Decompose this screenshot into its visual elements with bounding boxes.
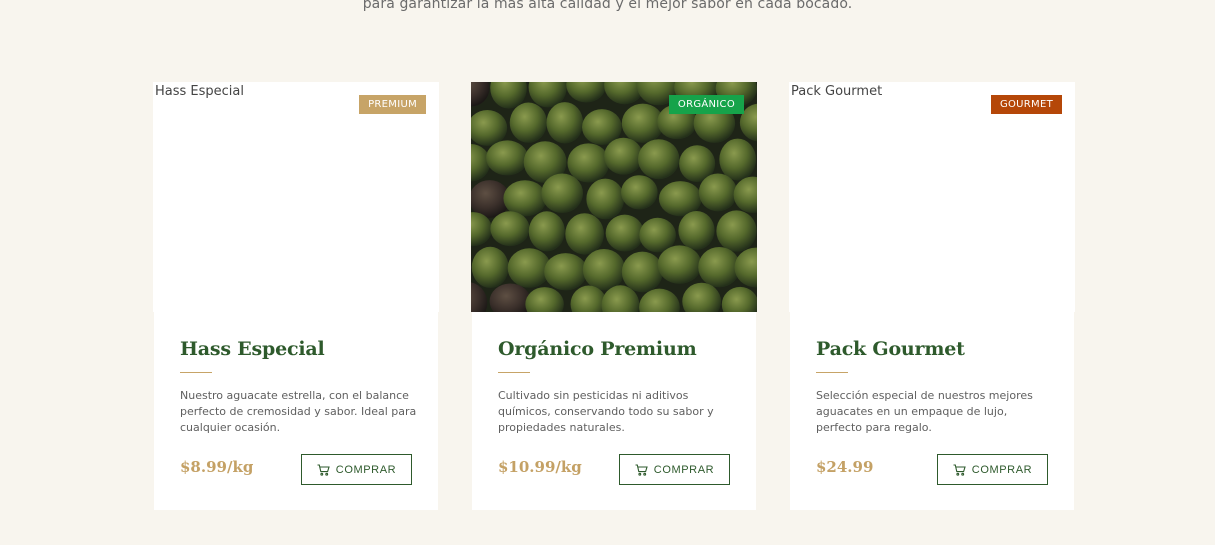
product-image: Hass Especial PREMIUM bbox=[153, 82, 439, 312]
shopping-cart-icon bbox=[317, 463, 330, 476]
shopping-cart-icon bbox=[635, 463, 648, 476]
title-divider bbox=[816, 372, 848, 373]
avocado-shape bbox=[471, 246, 509, 288]
avocado-shape bbox=[716, 210, 757, 252]
avocado-shape bbox=[698, 173, 738, 212]
shopping-cart-icon bbox=[953, 463, 966, 476]
product-image: Pack Gourmet GOURMET bbox=[789, 82, 1075, 312]
product-price: $10.99/kg bbox=[498, 458, 582, 476]
avocado-shape bbox=[490, 211, 530, 247]
buy-button[interactable]: COMPRAR bbox=[937, 454, 1048, 485]
product-title: Pack Gourmet bbox=[816, 338, 965, 360]
avocado-shape bbox=[586, 178, 625, 220]
product-info: Hass Especial Nuestro aguacate estrella,… bbox=[154, 312, 438, 510]
buy-button-label: COMPRAR bbox=[971, 463, 1033, 476]
product-description: Selección especial de nuestros mejores a… bbox=[816, 389, 1033, 434]
product-title: Hass Especial bbox=[180, 338, 325, 360]
product-title: Orgánico Premium bbox=[498, 338, 697, 360]
avocado-shape bbox=[637, 139, 680, 180]
section-intro-text: para garantizar la más alta calidad y el… bbox=[362, 0, 853, 12]
avocado-shape bbox=[503, 180, 547, 217]
buy-button-label: COMPRAR bbox=[335, 463, 397, 476]
avocado-shape bbox=[509, 102, 547, 143]
avocado-shape bbox=[657, 245, 702, 284]
products-section: para garantizar la más alta calidad y el… bbox=[0, 0, 1215, 545]
product-card: ORGÁNICO Orgánico Premium Cultivado sin … bbox=[471, 82, 757, 510]
avocado-shape bbox=[698, 247, 741, 288]
avocado-shape bbox=[621, 175, 658, 210]
product-price: $24.99 bbox=[816, 458, 874, 476]
product-badge: GOURMET bbox=[990, 95, 1062, 114]
product-badge: PREMIUM bbox=[359, 95, 426, 114]
product-description: Nuestro aguacate estrella, con el balanc… bbox=[180, 389, 417, 434]
title-divider bbox=[498, 372, 530, 373]
avocado-shape bbox=[486, 140, 529, 176]
avocado-shape bbox=[528, 211, 565, 252]
avocado-shape bbox=[544, 253, 588, 291]
avocado-shape bbox=[604, 137, 643, 175]
avocado-shape bbox=[621, 251, 663, 293]
avocado-shape bbox=[567, 143, 610, 183]
avocado-shape bbox=[658, 181, 702, 217]
product-info: Orgánico Premium Cultivado sin pesticida… bbox=[472, 312, 756, 510]
buy-button[interactable]: COMPRAR bbox=[619, 454, 730, 485]
product-description: Cultivado sin pesticidas ni aditivos quí… bbox=[498, 389, 714, 434]
product-card: Hass Especial PREMIUM Hass Especial Nues… bbox=[153, 82, 439, 510]
product-card: Pack Gourmet GOURMET Pack Gourmet Selecc… bbox=[789, 82, 1075, 510]
buy-button[interactable]: COMPRAR bbox=[301, 454, 412, 485]
product-info: Pack Gourmet Selección especial de nuest… bbox=[790, 312, 1074, 510]
avocado-shape bbox=[678, 211, 715, 250]
product-badge: ORGÁNICO bbox=[668, 95, 744, 114]
avocado-shape bbox=[582, 248, 626, 291]
avocado-shape bbox=[546, 102, 584, 144]
buy-button-label: COMPRAR bbox=[653, 463, 715, 476]
avocado-shape bbox=[541, 173, 584, 214]
product-price: $8.99/kg bbox=[180, 458, 254, 476]
title-divider bbox=[180, 372, 212, 373]
broken-image-alt: Pack Gourmet bbox=[789, 84, 882, 99]
image-alt-text: Hass Especial bbox=[155, 84, 244, 99]
avocado-shape bbox=[719, 138, 757, 181]
avocados-photo bbox=[471, 82, 757, 312]
broken-image-alt: Hass Especial bbox=[153, 84, 244, 99]
image-alt-text: Pack Gourmet bbox=[791, 84, 883, 99]
product-grid: Hass Especial PREMIUM Hass Especial Nues… bbox=[153, 82, 1075, 510]
avocado-shape bbox=[565, 213, 604, 255]
product-image: ORGÁNICO bbox=[471, 82, 757, 312]
avocado-shape bbox=[605, 214, 644, 252]
avocado-shape bbox=[507, 248, 551, 288]
